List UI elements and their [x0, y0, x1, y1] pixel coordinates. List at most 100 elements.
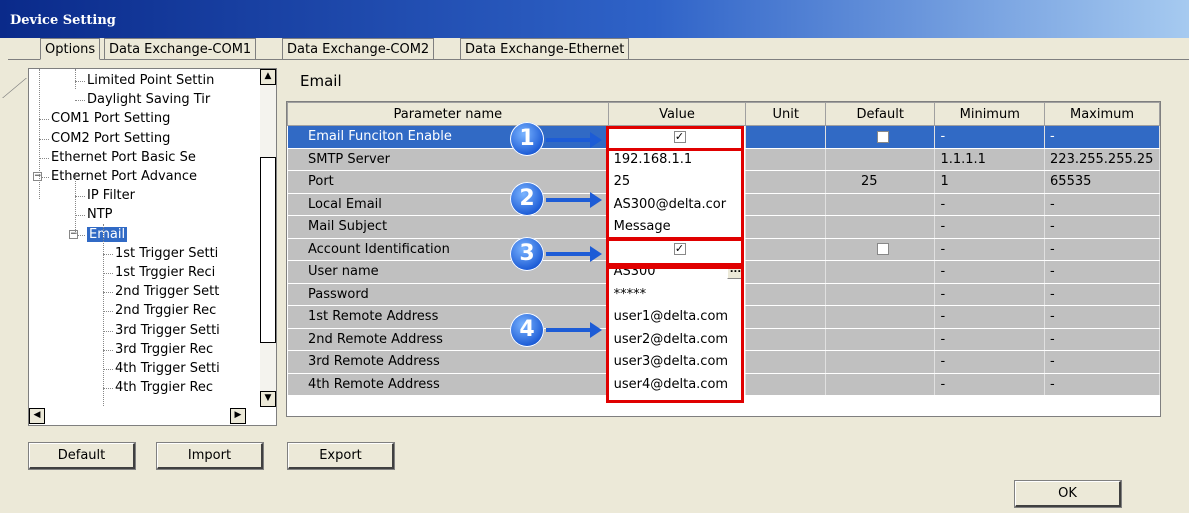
- header-value[interactable]: Value: [607, 102, 747, 126]
- tree-item-label: Daylight Saving Tir: [87, 92, 211, 108]
- tab-data-exchange-com2[interactable]: Data Exchange-COM2: [282, 38, 435, 60]
- tree-item[interactable]: 2nd Trigger Sett: [115, 282, 219, 301]
- scroll-up-arrow-icon[interactable]: ▲: [260, 69, 276, 85]
- default-button[interactable]: Default: [28, 442, 136, 470]
- tree-item[interactable]: 3rd Trggier Rec: [115, 340, 213, 359]
- tree-collapse-icon[interactable]: −: [69, 229, 78, 239]
- param-default-cell: [824, 305, 936, 329]
- callout-3: 3: [510, 237, 544, 271]
- tree-item[interactable]: 1st Trggier Reci: [115, 263, 215, 282]
- header-unit[interactable]: Unit: [745, 102, 826, 126]
- param-min-cell: -: [934, 282, 1046, 306]
- param-max-cell: -: [1044, 192, 1160, 216]
- tree-connector: [75, 81, 85, 82]
- tree-connector: [75, 215, 85, 217]
- param-unit-cell: [745, 237, 826, 261]
- panel-title: Email: [300, 72, 342, 90]
- tree-connector: [103, 253, 113, 255]
- tab-data-exchange-com1[interactable]: Data Exchange-COM1: [104, 38, 257, 60]
- param-default-cell: 25: [824, 170, 936, 194]
- tree-connector: [75, 100, 85, 102]
- param-default-cell: [824, 372, 936, 396]
- param-name-cell: Password: [287, 282, 609, 306]
- tree-connector: [103, 311, 113, 313]
- param-min-cell: -: [934, 215, 1046, 239]
- tree-item-label: Email: [87, 226, 128, 242]
- header-default[interactable]: Default: [824, 102, 936, 126]
- callout-4: 4: [510, 313, 544, 347]
- tree-item[interactable]: Email: [87, 225, 128, 244]
- tree-vertical-scrollbar[interactable]: ▲ ▼: [260, 69, 276, 407]
- param-unit-cell: [745, 282, 826, 306]
- param-min-cell: -: [934, 125, 1046, 149]
- tree-item[interactable]: COM1 Port Setting: [51, 109, 170, 128]
- tree-item-label: Ethernet Port Basic Se: [51, 149, 196, 165]
- tree-connector: [103, 388, 113, 390]
- scroll-down-arrow-icon[interactable]: ▼: [260, 391, 276, 407]
- highlight-box-2: [606, 148, 744, 240]
- tree-item-label: 1st Trigger Setti: [115, 245, 219, 261]
- tree-item[interactable]: 4th Trigger Setti: [115, 359, 220, 378]
- tree-item[interactable]: Ethernet Port Advance: [51, 167, 197, 186]
- param-name-cell: Port: [287, 170, 609, 194]
- tab-options[interactable]: Options: [40, 38, 101, 60]
- title-bar[interactable]: Device Setting: [0, 0, 1189, 38]
- param-min-cell: -: [934, 372, 1046, 396]
- param-default-cell: [824, 282, 936, 306]
- callout-2: 2: [510, 182, 544, 216]
- param-default-cell: [824, 350, 936, 374]
- tree-item[interactable]: IP Filter: [87, 186, 135, 205]
- param-name-cell: Email Funciton Enable: [287, 125, 609, 149]
- tree-item-label: 1st Trggier Reci: [115, 265, 216, 280]
- tree-item-label: 4th Trggier Rec: [115, 380, 214, 396]
- param-name-cell: Local Email: [287, 192, 609, 216]
- tree-scroll-thumb[interactable]: [260, 157, 276, 343]
- tree-connector: [103, 369, 113, 370]
- param-unit-cell: [745, 350, 826, 374]
- scroll-left-arrow-icon[interactable]: ◀: [29, 408, 45, 424]
- tree-connector: [39, 157, 49, 159]
- tree-item[interactable]: 1st Trigger Setti: [115, 244, 218, 263]
- tree-horizontal-scrollbar[interactable]: ◀ ▶: [29, 407, 276, 425]
- tree-item[interactable]: 2nd Trggier Rec: [115, 301, 216, 320]
- tree-connector: [103, 273, 113, 274]
- param-min-cell: -: [934, 305, 1046, 329]
- tree-connector: [103, 330, 113, 332]
- tree-item[interactable]: Limited Point Settin: [87, 71, 214, 90]
- tree-item[interactable]: Daylight Saving Tir: [87, 90, 210, 109]
- tree-item[interactable]: Ethernet Port Basic Se: [51, 148, 196, 167]
- arrow-icon: [546, 192, 602, 208]
- param-name-cell: Account Identification: [287, 237, 609, 261]
- scroll-right-arrow-icon[interactable]: ▶: [230, 408, 246, 424]
- tab-data-exchange-ethernet[interactable]: Data Exchange-Ethernet: [460, 38, 630, 60]
- param-unit-cell: [745, 125, 826, 149]
- ok-button[interactable]: OK: [1014, 480, 1122, 508]
- settings-tree[interactable]: Limited Point Settin Daylight Saving Tir C…: [28, 68, 277, 426]
- header-minimum[interactable]: Minimum: [934, 102, 1046, 126]
- tree-item-label: Limited Point Settin: [87, 73, 215, 88]
- tree-item[interactable]: 4th Trggier Rec: [115, 378, 213, 397]
- param-unit-cell: [745, 170, 826, 194]
- param-min-cell: -: [934, 260, 1046, 284]
- param-unit-cell: [745, 260, 826, 284]
- param-max-cell: -: [1044, 372, 1160, 396]
- tree-guide-line: [103, 224, 104, 414]
- header-maximum[interactable]: Maximum: [1044, 102, 1160, 126]
- tree-collapse-icon[interactable]: −: [33, 172, 42, 181]
- tree-item-label: COM1 Port Setting: [51, 111, 171, 127]
- tree-connector: [39, 119, 49, 121]
- param-max-cell: -: [1044, 327, 1160, 351]
- param-default-cell: [824, 327, 936, 351]
- param-max-cell: -: [1044, 125, 1160, 149]
- param-default-cell: [824, 237, 936, 261]
- highlight-box-4: [606, 266, 744, 403]
- export-button[interactable]: Export: [287, 442, 395, 470]
- param-min-cell: 1.1.1.1: [934, 147, 1046, 171]
- import-button[interactable]: Import: [156, 442, 264, 470]
- tree-item[interactable]: COM2 Port Setting: [51, 129, 170, 148]
- tree-item[interactable]: 3rd Trigger Setti: [115, 321, 220, 340]
- param-min-cell: -: [934, 350, 1046, 374]
- tree-connector: [103, 349, 113, 351]
- tree-item[interactable]: NTP: [87, 205, 113, 224]
- header-parameter-name[interactable]: Parameter name: [287, 102, 609, 126]
